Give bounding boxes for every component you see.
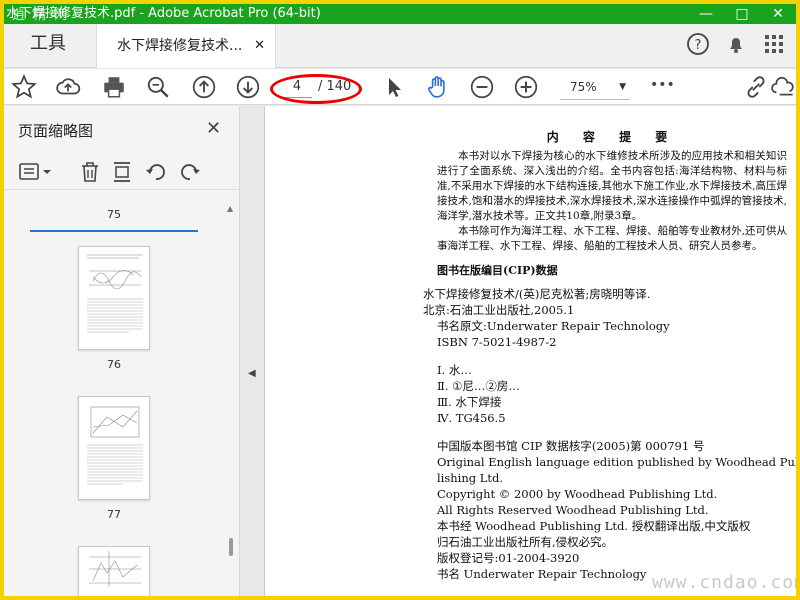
star-icon[interactable] <box>10 73 38 101</box>
copyright-line: 本书经 Woodhead Publishing Ltd. 授权翻译出版,中文版权 <box>437 519 751 533</box>
summary-paragraph-2: 本书除可作为海洋工程、水下工程、焊接、船舶等专业教材外,还可供从事海洋工程、水下… <box>437 225 787 252</box>
close-tab-icon[interactable]: ✕ <box>254 24 265 68</box>
thumbnail-options-icon[interactable] <box>18 160 54 184</box>
svg-text:?: ? <box>695 38 702 53</box>
selected-page-indicator <box>30 230 198 232</box>
cloud-upload-icon[interactable] <box>54 73 82 101</box>
panel-collapse-strip: ◀ <box>242 106 264 596</box>
close-window-button[interactable]: ✕ <box>760 4 796 24</box>
cip-line: 水下焊接修复技术/(英)尼克松著;房晓明等译. <box>423 287 651 301</box>
cip-line: 北京:石油工业出版社,2005.1 <box>423 303 575 317</box>
document-view[interactable]: 内 容 提 要 本书对以水下焊接为核心的水下维修技术所涉及的应用技术和相关知识进… <box>264 106 796 596</box>
zoom-search-icon[interactable] <box>144 73 172 101</box>
page-label-75: 75 <box>107 208 121 221</box>
class-line: Ⅲ. 水下焊接 <box>437 395 502 409</box>
cip-line: 书名原文:Underwater Repair Technology <box>437 319 670 333</box>
scroll-up-icon[interactable]: ▲ <box>227 204 233 213</box>
page-thumbnail-76[interactable] <box>78 246 150 350</box>
thumbnail-panel: 页面缩略图 ✕ 75 76 77 ▲ <box>4 106 240 596</box>
hand-tool-icon[interactable] <box>424 73 452 101</box>
thumbnail-toolbar <box>4 154 240 190</box>
page-number-highlight <box>270 74 362 104</box>
thumbnail-scrollbar[interactable]: ▲ <box>226 198 236 596</box>
copyright-line: 中国版本图书馆 CIP 数据核字(2005)第 000791 号 <box>437 439 705 453</box>
class-line: Ⅰ. 水… <box>437 363 472 377</box>
document-tab-label: 水下焊接修复技术... <box>117 38 243 54</box>
bell-icon[interactable] <box>724 32 748 56</box>
rotate-right-icon[interactable] <box>178 160 202 184</box>
zoom-out-icon[interactable] <box>468 73 496 101</box>
tab-bar: 工具 水下焊接修复技术... ✕ ? <box>4 24 796 68</box>
pdf-page: 内 容 提 要 本书对以水下焊接为核心的水下维修技术所涉及的应用技术和相关知识进… <box>423 128 796 582</box>
site-logo-watermark: 逍 精 网 <box>12 8 70 23</box>
minimize-button[interactable]: — <box>688 4 724 24</box>
cip-line: ISBN 7-5021-4987-2 <box>437 335 557 349</box>
copyright-line: 版权登记号:01-2004-3920 <box>437 551 580 565</box>
document-tab[interactable]: 水下焊接修复技术... ✕ <box>96 24 276 68</box>
page-label-76: 76 <box>107 358 121 371</box>
help-icon[interactable]: ? <box>686 32 710 56</box>
page-label-77: 77 <box>107 508 121 521</box>
summary-paragraph-1: 本书对以水下焊接为核心的水下维修技术所涉及的应用技术和相关知识进行了全面系统、深… <box>437 150 787 222</box>
collapse-panel-icon[interactable]: ◀ <box>248 368 256 379</box>
page-heading: 内 容 提 要 <box>546 130 678 144</box>
sign-cloud-icon[interactable] <box>770 73 796 101</box>
more-options-icon[interactable]: ••• <box>650 77 678 105</box>
scrollbar-thumb[interactable] <box>229 538 233 556</box>
tools-tab[interactable]: 工具 <box>4 24 96 68</box>
print-icon[interactable] <box>100 73 128 101</box>
select-cursor-icon[interactable] <box>380 73 408 101</box>
page-thumbnail-77[interactable] <box>78 396 150 500</box>
next-page-icon[interactable] <box>234 73 262 101</box>
app-window: 水下焊接修复技术.pdf - Adobe Acrobat Pro (64-bit… <box>0 0 800 600</box>
window-controls: — □ ✕ <box>688 4 796 24</box>
copyright-line: 归石油工业出版社所有,侵权必究。 <box>437 535 614 549</box>
delete-page-icon[interactable] <box>78 160 102 184</box>
rotate-left-icon[interactable] <box>144 160 168 184</box>
class-line: Ⅱ. ①尼…②房… <box>437 379 520 393</box>
site-watermark: www.cndao.com <box>652 572 800 593</box>
previous-page-icon[interactable] <box>190 73 218 101</box>
page-thumbnail-78[interactable] <box>78 546 150 596</box>
maximize-button[interactable]: □ <box>724 4 760 24</box>
zoom-in-icon[interactable] <box>512 73 540 101</box>
zoom-value: 75% <box>570 80 597 94</box>
zoom-select[interactable]: 75% ▼ <box>560 74 630 100</box>
copyright-line: lishing Ltd. <box>437 471 504 485</box>
zoom-dropdown-icon: ▼ <box>619 82 626 92</box>
apps-grid-icon[interactable] <box>762 32 786 56</box>
share-link-icon[interactable] <box>742 73 770 101</box>
class-line: Ⅳ. TG456.5 <box>437 411 506 425</box>
copyright-line: Copyright © 2000 by Woodhead Publishing … <box>437 487 718 501</box>
panel-close-icon[interactable]: ✕ <box>206 118 221 139</box>
main-toolbar: 4 / 140 75% ▼ ••• <box>4 69 796 105</box>
panel-title: 页面缩略图 <box>18 122 94 140</box>
extract-page-icon[interactable] <box>110 160 134 184</box>
copyright-line: Original English language edition publis… <box>437 455 796 469</box>
header-actions: ? <box>686 32 786 56</box>
cip-title: 图书在版编目(CIP)数据 <box>437 264 558 277</box>
title-bar: 水下焊接修复技术.pdf - Adobe Acrobat Pro (64-bit… <box>4 4 796 24</box>
thumbnail-list: 75 76 77 <box>4 192 226 596</box>
copyright-line: All Rights Reserved Woodhead Publishing … <box>437 503 709 517</box>
